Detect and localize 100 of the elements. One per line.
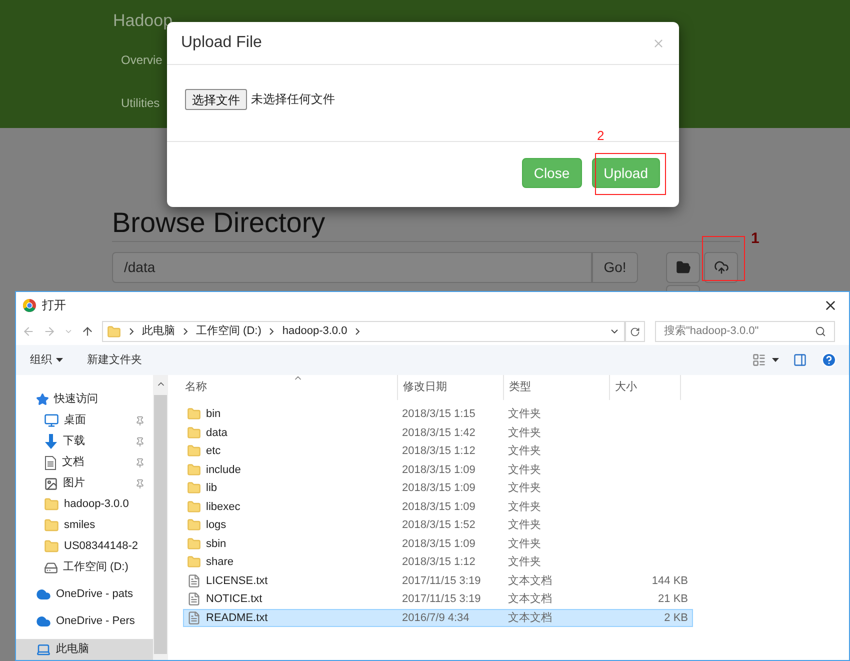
file-row[interactable]: bin 2018/3/15 1:15 文件夹 [183,405,693,424]
toolbar-button[interactable]: 新建文件夹 [87,352,142,368]
nav-label: OneDrive - pats [56,587,134,602]
refresh-button[interactable] [625,321,645,342]
nav-label: 图片 [63,476,85,492]
file-row[interactable]: data 2018/3/15 1:42 文件夹 [183,424,693,442]
file-date: 2018/3/15 1:09 [401,481,476,496]
nav-item[interactable]: OneDrive - Pers [16,611,153,632]
folder-icon [44,539,59,554]
file-row[interactable]: share 2018/3/15 1:12 文件夹 [183,553,693,572]
caret-icon[interactable] [772,358,779,362]
nav-link[interactable]: Overvie [121,51,162,71]
file-row[interactable]: libexec 2018/3/15 1:09 文件夹 [183,498,693,516]
file-type: 文件夹 [507,554,542,570]
file-name: bin [206,407,221,422]
file-row[interactable]: etc 2018/3/15 1:12 文件夹 [183,442,693,460]
file-type: 文件夹 [507,518,542,533]
folder-icon [107,324,121,338]
help-icon[interactable] [821,352,837,368]
file-row[interactable]: LICENSE.txt 2017/11/15 3:19 文本文档 144 KB [183,572,693,590]
nav-label: hadoop-3.0.0 [64,497,129,512]
text-file-icon [187,592,201,606]
breadcrumb-item[interactable]: 工作空间 (D:) [196,323,262,340]
file-row[interactable]: logs 2018/3/15 1:52 文件夹 [183,516,693,534]
view-icon[interactable] [752,353,766,367]
column-header[interactable]: 大小 [610,375,681,400]
file-row[interactable]: lib 2018/3/15 1:09 文件夹 [183,479,693,498]
column-header[interactable]: 类型 [504,375,610,400]
file-name: NOTICE.txt [206,592,262,607]
file-name: logs [206,518,226,533]
folder-icon [187,426,201,440]
scrollbar[interactable] [153,375,168,660]
nav-label: 快速访问 [54,392,98,408]
file-type: 文件夹 [507,426,542,440]
file-name: include [206,462,241,478]
breadcrumb-item[interactable]: hadoop-3.0.0 [282,323,348,340]
folder-icon [187,518,201,532]
nav-link[interactable]: Utilities [121,94,160,114]
folder-icon [187,462,201,477]
upload-button[interactable] [704,252,738,283]
document-icon [44,456,57,470]
nav-label: US08344148-2 [64,539,138,554]
nav-item[interactable]: 快速访问 [16,389,153,410]
nav-label: 桌面 [64,412,86,428]
text-file-icon [187,574,201,588]
column-header[interactable]: 修改日期 [398,375,504,400]
column-header[interactable]: 名称 [170,375,398,400]
file-type: 文件夹 [507,406,542,422]
down-arrow-icon [44,434,58,449]
nav-label: 文档 [62,454,84,470]
nav-item[interactable]: 下载 [16,431,153,452]
nav-item[interactable]: OneDrive - pats [16,584,153,605]
nav-item[interactable]: hadoop-3.0.0 [16,494,153,515]
file-row[interactable]: README.txt 2016/7/9 4:34 文本文档 2 KB [183,608,693,627]
file-row[interactable]: sbin 2018/3/15 1:09 文件夹 [183,534,693,553]
nav-item[interactable]: smiles [16,515,153,536]
browser-logo-icon [23,298,36,312]
file-name: libexec [206,500,240,514]
file-type: 文件夹 [507,480,542,496]
folder-icon [44,518,59,533]
scroll-thumb[interactable] [154,395,167,654]
nav-item[interactable]: 工作空间 (D:) [16,557,153,578]
go-button[interactable]: Go! [592,252,638,283]
folder-icon [187,407,201,422]
drive-icon [44,560,58,574]
search-icon [815,326,826,337]
file-date: 2018/3/15 1:12 [401,555,476,570]
chevron-right-icon [129,328,134,335]
folder-button[interactable] [666,252,700,283]
nav-item[interactable]: 文档 [16,452,153,473]
preview-pane-icon[interactable] [793,353,807,367]
computer-icon [36,642,51,657]
file-type: 文本文档 [507,592,553,607]
nav-item[interactable]: US08344148-2 [16,536,153,557]
folder-icon [676,260,690,275]
address-bar[interactable]: 此电脑 工作空间 (D:) hadoop-3.0.0 [102,321,625,342]
page-heading: Browse Directory [112,208,326,238]
file-date: 2018/3/15 1:52 [401,518,476,533]
folder-icon [187,555,201,570]
path-field[interactable]: /data [112,252,592,283]
nav-item[interactable]: 图片 [16,473,153,494]
upload-icon [714,260,728,275]
folder-icon [187,500,201,514]
breadcrumb-item[interactable]: 此电脑 [142,323,175,340]
nav-label: 工作空间 (D:) [63,560,128,576]
nav-item[interactable]: 此电脑 [16,639,153,660]
file-date: 2018/3/15 1:12 [401,444,476,459]
annotation-box [595,153,666,195]
file-name: README.txt [206,610,268,626]
choose-file-button[interactable]: 选择文件 [185,89,247,110]
file-row[interactable]: include 2018/3/15 1:09 文件夹 [183,460,693,479]
file-type: 文件夹 [507,462,542,478]
up-arrow-icon[interactable] [81,325,94,338]
chevron-right-icon [269,328,274,335]
file-name: data [206,426,228,440]
file-row[interactable]: NOTICE.txt 2017/11/15 3:19 文本文档 21 KB [183,590,693,608]
search-field[interactable]: 搜索"hadoop-3.0.0" [655,321,835,342]
file-type: 文件夹 [507,444,542,459]
nav-item[interactable]: 桌面 [16,410,153,431]
toolbar-button[interactable]: 组织 [30,352,63,368]
